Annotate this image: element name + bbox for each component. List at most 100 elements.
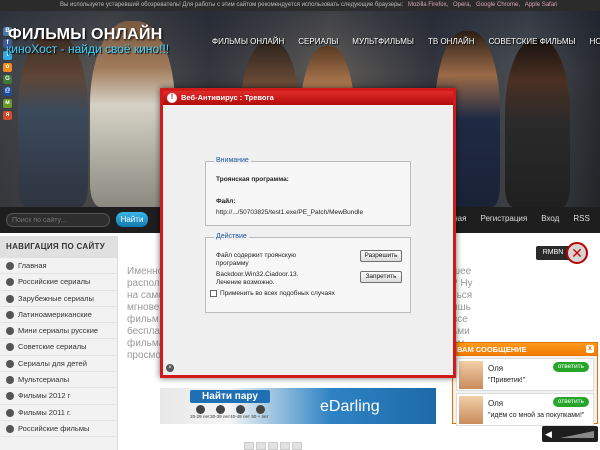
article-line: ьми [452, 326, 470, 337]
sidebar-item[interactable]: Российские сериалы [0, 274, 117, 291]
chat-sender: Оля [488, 399, 504, 408]
sidebar-item[interactable]: Главная [0, 258, 117, 275]
sidebar-item-label: Зарубежные сериалы [18, 293, 94, 303]
page-button[interactable] [280, 442, 290, 450]
main-nav: ФИЛЬМЫ ОНЛАЙН СЕРИАЛЫ МУЛЬТФИЛЬМЫ ТВ ОНЛ… [212, 37, 600, 49]
link-register[interactable]: Регистрация [480, 214, 527, 223]
volume-slider[interactable] [560, 431, 594, 438]
reply-button[interactable]: ответить [552, 397, 589, 407]
bullet-icon [6, 392, 14, 401]
moimir-icon[interactable]: м [3, 99, 12, 108]
cure-status: Лечение возможно. [216, 279, 275, 286]
age-radio[interactable] [196, 405, 205, 414]
sidebar-item[interactable]: Фильмы 2012 г [0, 388, 117, 405]
warning-group: Внимание Троянская программа: Файл: http… [205, 157, 411, 226]
sidebar-item-label: Российские фильмы [18, 423, 90, 433]
browser-notice-text: Вы используете устаревший обозреватель! … [60, 2, 404, 8]
banner-photo [18, 33, 88, 207]
sidebar-item-label: Российские сериалы [18, 277, 91, 287]
deny-button[interactable]: Запретить [360, 271, 402, 283]
dialog-titlebar[interactable]: ! Веб-Антивирус : Тревога [163, 91, 453, 105]
browser-link-firefox[interactable]: Mozilla Firefox, [408, 2, 448, 8]
chat-text: "Приветик!" [488, 377, 526, 384]
age-radio[interactable] [236, 405, 245, 414]
age-radio[interactable] [256, 405, 265, 414]
chat-header-title: ВАМ СООБЩЕНИЕ [457, 345, 527, 354]
close-icon[interactable]: ✕ [566, 242, 588, 264]
sidebar-item-label: Латиноамериканские [18, 309, 92, 319]
sidebar-item-label: Сериалы для детей [18, 358, 87, 368]
sidebar: НАВИГАЦИЯ ПО САЙТУ Главная Российские се… [0, 236, 118, 450]
apply-all-checkbox[interactable] [210, 290, 217, 297]
speaker-icon[interactable]: ◀ [545, 429, 552, 440]
reply-button[interactable]: ответить [552, 362, 589, 372]
sidebar-item[interactable]: Зарубежные сериалы [0, 291, 117, 307]
user-links: вная Регистрация Вход RSS [449, 214, 600, 223]
apply-all-label[interactable]: Применить во всех подобных случаях [220, 290, 335, 297]
sidebar-item[interactable]: Российские фильмы [0, 421, 117, 438]
sidebar-item[interactable]: Мини сериалы русские [0, 323, 117, 340]
chat-sender: Оля [488, 364, 504, 373]
page-button[interactable] [268, 442, 278, 450]
bullet-icon [6, 408, 14, 417]
chat-message[interactable]: Оля ответить "идём со мной за покупками!… [456, 393, 594, 426]
threat-description: программу [216, 260, 249, 267]
threat-type: Троянская программа: [216, 176, 289, 183]
chat-message[interactable]: Оля ответить "Приветик!" [456, 358, 594, 391]
chat-text: "идём со мной за покупками!" [488, 412, 585, 419]
sidebar-item[interactable]: Латиноамериканские [0, 307, 117, 324]
info-icon[interactable]: × [166, 364, 174, 372]
bullet-icon [6, 310, 14, 319]
sidebar-item-label: Советские сериалы [18, 342, 87, 352]
browser-link-chrome[interactable]: Google Chrome, [476, 2, 520, 8]
browser-link-opera[interactable]: Opera, [453, 2, 471, 8]
article-line: ишь [452, 302, 471, 313]
nav-soviet-films[interactable]: СОВЕТСКИЕ ФИЛЬМЫ [489, 37, 576, 49]
sidebar-heading: НАВИГАЦИЯ ПО САЙТУ [0, 236, 117, 258]
google-icon[interactable]: G [3, 75, 12, 84]
sidebar-item-label: Фильмы 2011 г. [18, 407, 71, 417]
malware-name: Backdoor.Win32.Ciadoor.13. [216, 271, 299, 278]
page-button[interactable] [292, 442, 302, 450]
yandex-icon[interactable]: я [3, 111, 12, 120]
allow-button[interactable]: Разрешить [360, 250, 402, 262]
link-rss[interactable]: RSS [573, 214, 589, 223]
browser-link-safari[interactable]: Apple Safari [525, 2, 558, 8]
sidebar-item[interactable]: Мультсериалы [0, 372, 117, 389]
avatar [459, 396, 483, 424]
age-label: 40-49 лет [230, 414, 250, 419]
nav-tv-online[interactable]: ТВ ОНЛАЙН [428, 37, 475, 49]
sidebar-item[interactable]: Фильмы 2011 г. [0, 405, 117, 421]
nav-new[interactable]: НОВИНКИ [590, 37, 600, 49]
article-line: шее [452, 266, 472, 277]
ad-brand-logo[interactable]: eDarling [320, 398, 380, 416]
bullet-icon [6, 278, 14, 287]
search-input[interactable] [6, 213, 110, 227]
group-label: Действие [214, 233, 249, 240]
nav-cartoons[interactable]: МУЛЬТФИЛЬМЫ [352, 37, 414, 49]
close-icon[interactable]: x [586, 345, 594, 353]
ad-title[interactable]: Найти пару [190, 390, 270, 403]
action-group: Действие Файл содержит троянскую програм… [205, 233, 411, 313]
search-button[interactable]: Найти [116, 212, 148, 227]
link-login[interactable]: Вход [541, 214, 559, 223]
bullet-icon [6, 424, 14, 433]
browser-notice-bar: Вы используете устаревший обозреватель! … [0, 0, 600, 11]
nav-series[interactable]: СЕРИАЛЫ [298, 37, 338, 49]
sidebar-item[interactable]: Советские сериалы [0, 339, 117, 356]
nav-films-online[interactable]: ФИЛЬМЫ ОНЛАЙН [212, 37, 284, 49]
article-text-right: шее ? Ну ться ишь все ьми ам [452, 266, 482, 350]
page-button[interactable] [244, 442, 254, 450]
article-line: все [452, 314, 468, 325]
banner-photo [505, 39, 570, 207]
bullet-icon [6, 262, 14, 270]
odnoklassniki-icon[interactable]: o [3, 63, 12, 72]
sidebar-item[interactable]: Сериалы для детей [0, 356, 117, 373]
volume-control[interactable]: ◀ [542, 426, 598, 442]
mail-icon[interactable]: @ [3, 87, 12, 96]
dialog-title: Веб-Антивирус : Тревога [181, 93, 274, 102]
page-button[interactable] [256, 442, 266, 450]
pagination [244, 442, 304, 450]
age-radio[interactable] [216, 405, 225, 414]
age-label: 50 + лет [251, 414, 269, 419]
